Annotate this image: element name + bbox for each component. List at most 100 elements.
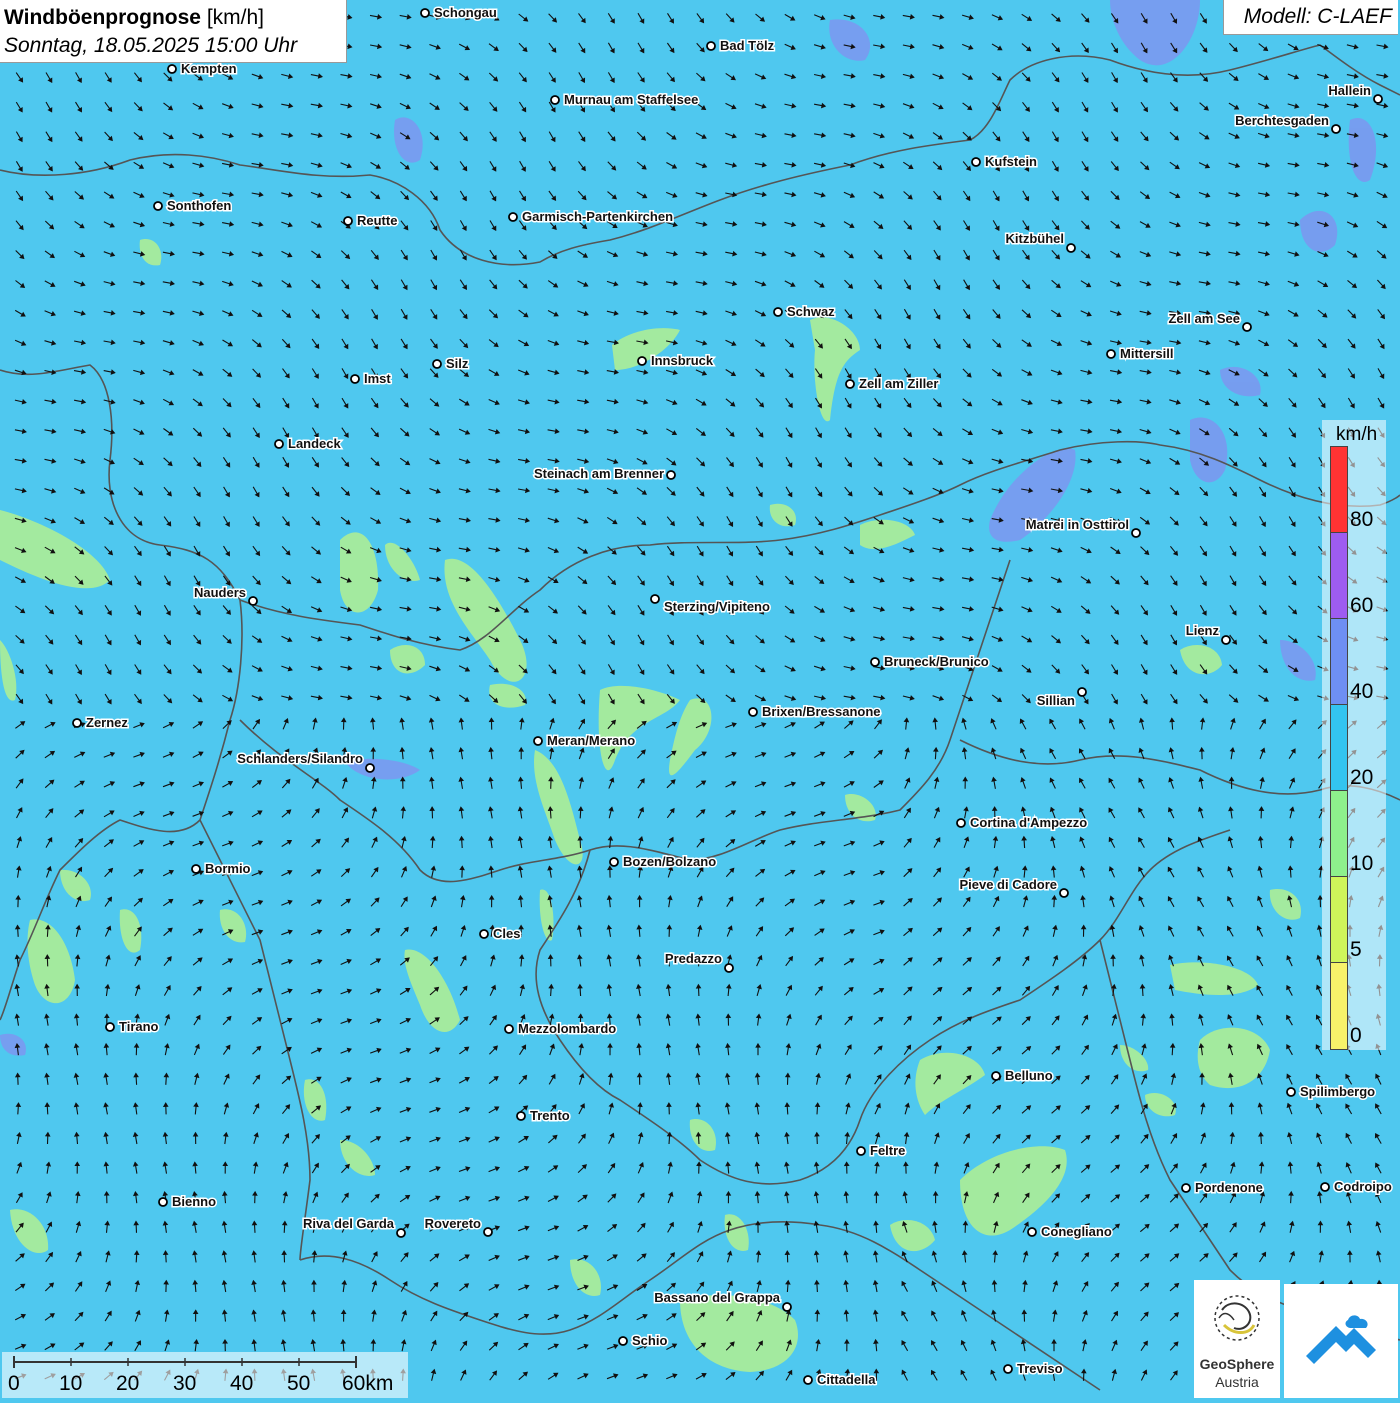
legend-bin-40: [1330, 618, 1348, 705]
city-dot[interactable]: [344, 217, 352, 225]
scale-bar-line: [2, 1352, 408, 1372]
city-dot[interactable]: [551, 96, 559, 104]
city-label: Bruneck/Brunico: [884, 654, 989, 669]
city-dot[interactable]: [749, 708, 757, 716]
city-dot[interactable]: [1067, 244, 1075, 252]
city-dot[interactable]: [73, 719, 81, 727]
city-dot[interactable]: [619, 1337, 627, 1345]
city-dot[interactable]: [106, 1023, 114, 1031]
city-dot[interactable]: [1028, 1228, 1036, 1236]
city-label: Bad Tölz: [720, 38, 775, 53]
city-dot[interactable]: [1060, 889, 1068, 897]
city-label: Kempten: [181, 61, 237, 76]
city-label: Garmisch-Partenkirchen: [522, 209, 673, 224]
scale-tick-10: 10: [59, 1372, 82, 1396]
city-label: Cittadella: [817, 1372, 876, 1387]
city-label: Berchtesgaden: [1235, 113, 1329, 128]
city-dot[interactable]: [1132, 529, 1140, 537]
city-dot[interactable]: [610, 858, 618, 866]
city-dot[interactable]: [534, 737, 542, 745]
city-dot[interactable]: [480, 930, 488, 938]
city-dot[interactable]: [871, 658, 879, 666]
city-dot[interactable]: [192, 865, 200, 873]
city-label: Spilimbergo: [1300, 1084, 1375, 1099]
legend-label-5: 5: [1350, 938, 1362, 962]
city-label: Imst: [364, 371, 391, 386]
city-dot[interactable]: [421, 9, 429, 17]
city-label: Pordenone: [1195, 1180, 1263, 1195]
city-dot[interactable]: [366, 764, 374, 772]
city-label: Treviso: [1017, 1361, 1063, 1376]
model-box: Modell: C-LAEF: [1223, 0, 1398, 35]
city-dot[interactable]: [509, 213, 517, 221]
legend-label-40: 40: [1350, 680, 1373, 704]
scale-tick-40: 40: [230, 1372, 253, 1396]
city-label: Sterzing/Vipiteno: [664, 599, 770, 614]
city-dot[interactable]: [667, 471, 675, 479]
city-dot[interactable]: [1321, 1183, 1329, 1191]
city-dot[interactable]: [1222, 636, 1230, 644]
city-dot[interactable]: [275, 440, 283, 448]
city-label: Matrei in Osttirol: [1026, 517, 1129, 532]
city-dot[interactable]: [1004, 1365, 1012, 1373]
city-dot[interactable]: [725, 964, 733, 972]
city-dot[interactable]: [1182, 1184, 1190, 1192]
city-label: Reutte: [357, 213, 397, 228]
city-dot[interactable]: [774, 308, 782, 316]
geosphere-sub: Austria: [1194, 1374, 1280, 1390]
city-dot[interactable]: [505, 1025, 513, 1033]
scale-tick-50: 50: [287, 1372, 310, 1396]
map-title: Windböenprognose [km/h]: [4, 6, 264, 30]
city-dot[interactable]: [517, 1112, 525, 1120]
city-dot[interactable]: [1287, 1088, 1295, 1096]
city-label: Schlanders/Silandro: [237, 751, 363, 766]
city-dot[interactable]: [1332, 125, 1340, 133]
city-label: Steinach am Brenner: [534, 466, 664, 481]
scale-tick-0: 0: [8, 1372, 20, 1396]
city-dot[interactable]: [249, 597, 257, 605]
city-dot[interactable]: [168, 65, 176, 73]
city-dot[interactable]: [433, 360, 441, 368]
city-dot[interactable]: [1078, 688, 1086, 696]
legend-bin-5: [1330, 876, 1348, 963]
city-dot[interactable]: [351, 375, 359, 383]
legend-bin-60: [1330, 532, 1348, 619]
city-label: Sillian: [1037, 693, 1075, 708]
city-label: Hallein: [1328, 83, 1371, 98]
city-label: Lienz: [1186, 623, 1220, 638]
city-label: Conegliano: [1041, 1224, 1112, 1239]
city-dot[interactable]: [1374, 95, 1382, 103]
city-dot[interactable]: [154, 202, 162, 210]
city-dot[interactable]: [783, 1303, 791, 1311]
city-label: Silz: [446, 356, 469, 371]
city-label: Codroipo: [1334, 1179, 1392, 1194]
city-dot[interactable]: [484, 1228, 492, 1236]
city-label: Mezzolombardo: [518, 1021, 616, 1036]
legend-bin-20: [1330, 704, 1348, 791]
city-dot[interactable]: [846, 380, 854, 388]
city-dot[interactable]: [972, 158, 980, 166]
scale-bar: 0 10 20 30 40 50 60km: [2, 1352, 408, 1398]
mountain-weather-icon: [1284, 1284, 1398, 1398]
partner-logo[interactable]: [1284, 1284, 1398, 1398]
city-dot[interactable]: [638, 357, 646, 365]
map-title-unit: [km/h]: [207, 6, 264, 29]
city-dot[interactable]: [957, 819, 965, 827]
city-label: Landeck: [288, 436, 342, 451]
color-legend: km/h 80 60 40 20 10 5 0: [1322, 420, 1386, 1050]
city-dot[interactable]: [1243, 323, 1251, 331]
city-label: Riva del Garda: [303, 1216, 395, 1231]
city-dot[interactable]: [804, 1376, 812, 1384]
city-dot[interactable]: [857, 1147, 865, 1155]
city-dot[interactable]: [1107, 350, 1115, 358]
city-dot[interactable]: [397, 1229, 405, 1237]
city-label: Zell am See: [1168, 311, 1240, 326]
city-dot[interactable]: [992, 1072, 1000, 1080]
city-dot[interactable]: [707, 42, 715, 50]
legend-label-60: 60: [1350, 594, 1373, 618]
city-dot[interactable]: [159, 1198, 167, 1206]
city-label: Meran/Merano: [547, 733, 635, 748]
geosphere-logo[interactable]: GeoSphere Austria: [1194, 1280, 1280, 1398]
city-label: Cles: [493, 926, 520, 941]
city-dot[interactable]: [651, 595, 659, 603]
